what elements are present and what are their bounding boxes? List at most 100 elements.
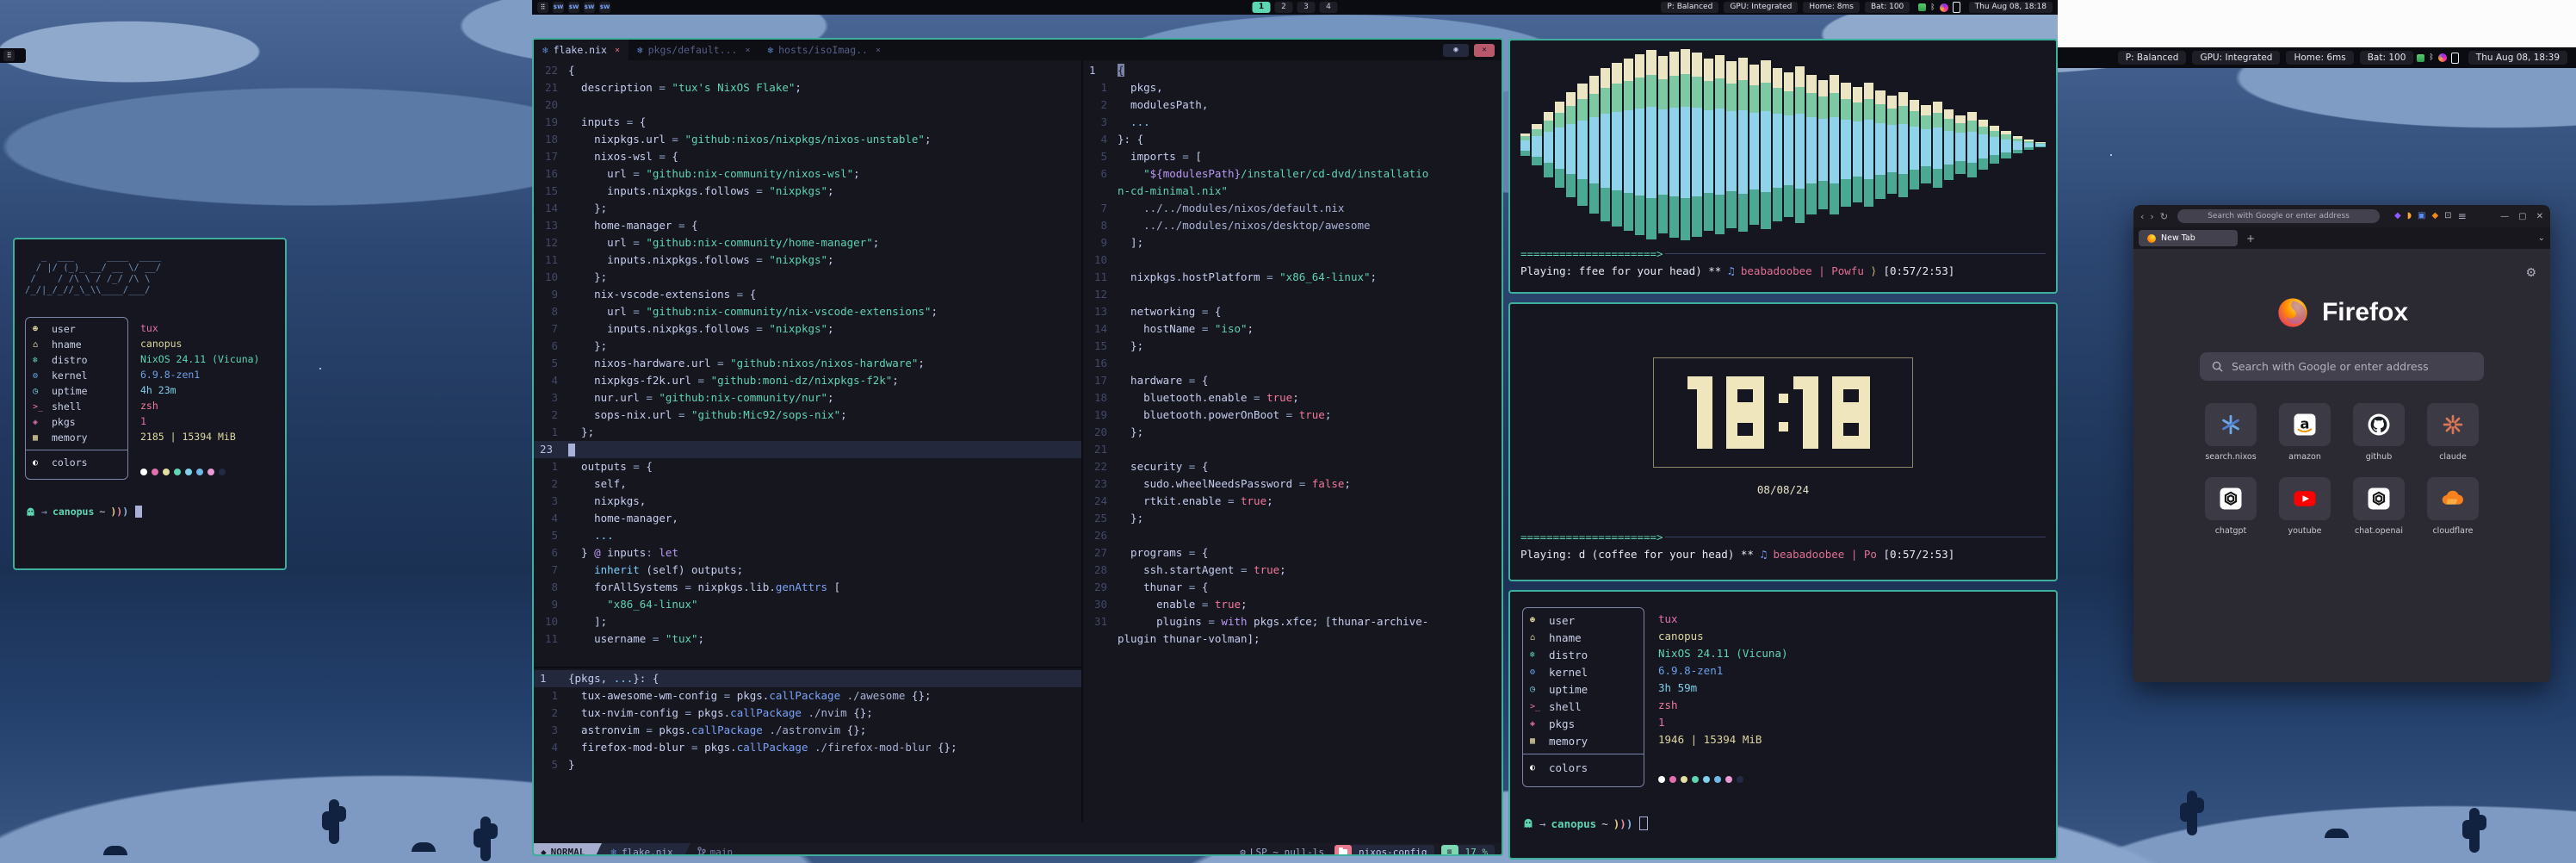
code-line[interactable]: 29 thunar = { <box>1083 579 1503 596</box>
code-line[interactable]: 24 rtkit.enable = true; <box>1083 493 1503 510</box>
code-line[interactable]: 1{pkgs, ...}: { <box>534 670 1081 687</box>
code-line[interactable]: 10 ]; <box>534 613 1081 630</box>
code-line[interactable]: 14 hostName = "iso"; <box>1083 320 1503 338</box>
code-line[interactable]: 30 enable = true; <box>1083 596 1503 613</box>
forward-button[interactable]: › <box>2150 211 2153 222</box>
code-line[interactable]: 7 inherit (self) outputs; <box>534 562 1081 579</box>
code-line[interactable]: 4 home-manager, <box>534 510 1081 527</box>
window-separator-horizontal[interactable] <box>534 667 1081 668</box>
code-line[interactable]: 3 nur.url = "github:nix-community/nur"; <box>534 389 1081 407</box>
tab-close-icon[interactable]: × <box>876 46 881 55</box>
shortcut-tile-search-nixos[interactable]: search.nixos <box>2203 403 2258 462</box>
code-line[interactable]: 4 firefox-mod-blur = pkgs.callPackage ./… <box>534 739 1081 756</box>
code-line[interactable]: 23 <box>534 441 1081 458</box>
code-line[interactable]: 28 ssh.startAgent = true; <box>1083 562 1503 579</box>
code-line[interactable]: 26 <box>1083 527 1503 544</box>
code-line[interactable]: 2 tux-nvim-config = pkgs.callPackage ./n… <box>534 705 1081 722</box>
addon-icon-shield[interactable]: ▣ <box>2418 212 2425 220</box>
code-line[interactable]: 2 self, <box>534 475 1081 493</box>
code-line[interactable]: 10 }; <box>534 269 1081 286</box>
code-line[interactable]: 9 nix-vscode-extensions = { <box>534 286 1081 303</box>
code-line[interactable]: 6 }; <box>534 338 1081 355</box>
code-line[interactable]: 15 }; <box>1083 338 1503 355</box>
systray-app-icon-green[interactable] <box>2417 54 2424 62</box>
pane-left[interactable]: 22{21 description = "tux's NixOS Flake";… <box>534 62 1081 648</box>
code-line[interactable]: 4}: { <box>1083 131 1503 148</box>
workspace-pill-2[interactable]: 2 <box>1275 2 1293 13</box>
code-line[interactable]: 5 ... <box>534 527 1081 544</box>
code-line[interactable]: 7 ../../modules/nixos/default.nix <box>1083 200 1503 217</box>
code-line[interactable]: 1 outputs = { <box>534 458 1081 475</box>
code-line[interactable]: 22{ <box>534 62 1081 79</box>
code-line[interactable]: 19 bluetooth.powerOnBoot = true; <box>1083 407 1503 424</box>
code-line[interactable]: 4 nixpkgs-f2k.url = "github:moni-dz/nixp… <box>534 372 1081 389</box>
buffer-close-button[interactable]: ✕ <box>1474 44 1495 57</box>
code-line[interactable]: 14 }; <box>534 200 1081 217</box>
code-line[interactable]: 3 nixpkgs, <box>534 493 1081 510</box>
launcher-icon[interactable]: ⠿ <box>3 50 15 61</box>
phone-link-icon[interactable] <box>1953 2 1960 13</box>
code-line[interactable]: 13 home-manager = { <box>534 217 1081 234</box>
workspace-pill-3[interactable]: 3 <box>1297 2 1316 13</box>
code-line[interactable]: 11 nixpkgs.hostPlatform = "x86_64-linux"… <box>1083 269 1503 286</box>
new-tab-button[interactable]: + <box>2246 233 2255 245</box>
terminal-window-fetch[interactable]: _ ___ ____ ____ / |/ (_)_ __/ __ \/ __/ … <box>13 238 287 570</box>
tab-hosts-isoImag-[interactable]: ❄hosts/isoImag..× <box>759 40 889 60</box>
phone-link-icon[interactable] <box>2451 53 2459 64</box>
code-line[interactable]: 21 <box>1083 441 1503 458</box>
client-icon[interactable]: $W <box>599 2 610 13</box>
bluetooth-icon[interactable]: ᛒ <box>2429 53 2433 62</box>
code-line[interactable]: 7 inputs.nixpkgs.follows = "nixpkgs"; <box>534 320 1081 338</box>
media-player-icon[interactable] <box>2438 53 2447 62</box>
code-line[interactable]: 5 nixos-hardware.url = "github:nixos/nix… <box>534 355 1081 372</box>
code-line[interactable]: 23 sudo.wheelNeedsPassword = false; <box>1083 475 1503 493</box>
code-line[interactable]: 6 "${modulesPath}/installer/cd-dvd/insta… <box>1083 165 1503 183</box>
code-line[interactable]: 17 nixos-wsl = { <box>534 148 1081 165</box>
addon-icon-fox[interactable]: ◆ <box>2431 212 2438 220</box>
code-line[interactable]: 11 inputs.nixpkgs.follows = "nixpkgs"; <box>534 251 1081 269</box>
code-line[interactable]: n-cd-minimal.nix" <box>1083 183 1503 200</box>
code-line[interactable]: 25 }; <box>1083 510 1503 527</box>
tab-pkgs-default-[interactable]: ❄pkgs/default...× <box>629 40 759 60</box>
code-line[interactable]: 18 bluetooth.enable = true; <box>1083 389 1503 407</box>
code-line[interactable]: 9 "x86_64-linux" <box>534 596 1081 613</box>
buffer-pin-button[interactable]: ◉ <box>1443 44 1469 57</box>
neovim-window[interactable]: ❄flake.nix×❄pkgs/default...×❄hosts/isoIm… <box>532 38 1503 856</box>
pane-bottom[interactable]: 1{pkgs, ...}: {1 tux-awesome-wm-config =… <box>534 670 1081 773</box>
code-line[interactable]: 20 }; <box>1083 424 1503 441</box>
code-line[interactable]: 10 <box>1083 251 1503 269</box>
code-line[interactable]: 16 <box>1083 355 1503 372</box>
code-line[interactable]: 20 <box>534 96 1081 114</box>
code-line[interactable]: 8 forAllSystems = nixpkgs.lib.genAttrs [ <box>534 579 1081 596</box>
code-line[interactable]: 13 networking = { <box>1083 303 1503 320</box>
code-line[interactable]: 1 }; <box>534 424 1081 441</box>
shortcut-tile-cloudflare[interactable]: cloudflare <box>2425 477 2480 536</box>
firefox-window[interactable]: ‹ › ↻ Search with Google or enter addres… <box>2133 205 2550 682</box>
shortcut-tile-chat-openai[interactable]: chat.openai <box>2351 477 2406 536</box>
shell-prompt[interactable]: → canopus ~ ))) <box>1522 816 2044 830</box>
code-line[interactable]: 15 inputs.nixpkgs.follows = "nixpkgs"; <box>534 183 1081 200</box>
code-line[interactable]: 8 ../../modules/nixos/desktop/awesome <box>1083 217 1503 234</box>
addon-icon-purple[interactable]: ◆ <box>2394 212 2401 220</box>
list-tabs-chevron[interactable]: ⌄ <box>2538 233 2545 243</box>
reload-button[interactable]: ↻ <box>2160 211 2168 222</box>
extensions-icon[interactable]: ⊡ <box>2444 212 2451 220</box>
code-line[interactable]: 1{ <box>1083 62 1503 79</box>
clock-pill[interactable]: Thu Aug 08, 18:39 <box>2468 51 2567 65</box>
code-line[interactable]: 31 plugins = with pkgs.xfce; [thunar-arc… <box>1083 613 1503 630</box>
code-line[interactable]: 5 imports = [ <box>1083 148 1503 165</box>
code-line[interactable]: 2 modulesPath, <box>1083 96 1503 114</box>
bluetooth-icon[interactable]: ᛒ <box>1930 3 1935 12</box>
terminal-window-fetch-2[interactable]: ☻user⌂hname❄distro⚙kernel◷uptime>_shell◈… <box>1508 590 2058 860</box>
addon-icon-orange[interactable]: ◗ <box>2407 212 2412 220</box>
code-line[interactable]: 9 ]; <box>1083 234 1503 251</box>
code-line[interactable]: 6 } @ inputs: let <box>534 544 1081 562</box>
client-icon[interactable]: $W <box>568 2 579 13</box>
code-line[interactable]: 17 hardware = { <box>1083 372 1503 389</box>
code-line[interactable]: plugin thunar-volman]; <box>1083 630 1503 648</box>
code-line[interactable]: 11 username = "tux"; <box>534 630 1081 648</box>
code-line[interactable]: 18 nixpkgs.url = "github:nixos/nixpkgs/n… <box>534 131 1081 148</box>
menu-icon[interactable]: ≡ <box>2458 212 2467 220</box>
media-player-icon[interactable] <box>1940 3 1948 12</box>
workspace-pill-1[interactable]: 1 <box>1253 2 1271 13</box>
